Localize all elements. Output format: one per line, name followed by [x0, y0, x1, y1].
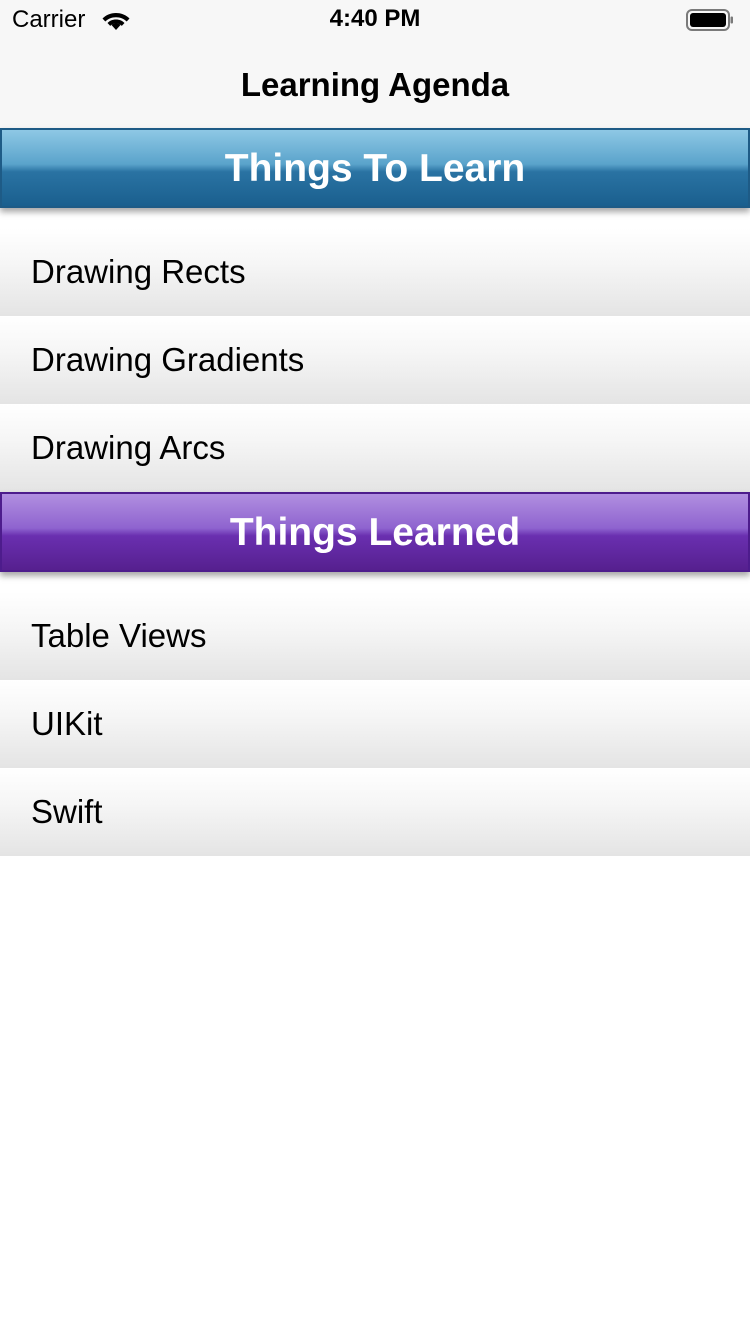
row-label: UIKit: [31, 705, 103, 742]
row-label: Table Views: [31, 617, 207, 654]
row-label: Drawing Gradients: [31, 341, 305, 378]
row-label: Swift: [31, 793, 103, 830]
table-row[interactable]: Swift: [0, 768, 750, 856]
table-row[interactable]: Drawing Gradients: [0, 316, 750, 404]
row-label: Drawing Rects: [31, 253, 246, 290]
table-row[interactable]: Drawing Arcs: [0, 404, 750, 492]
section-header-things-learned: Things Learned: [0, 492, 750, 572]
status-time: 4:40 PM: [329, 5, 421, 32]
table-row[interactable]: Table Views: [0, 592, 750, 680]
navigation-bar: Learning Agenda: [0, 40, 750, 128]
section-header-things-to-learn: Things To Learn: [0, 128, 750, 208]
table-row[interactable]: Drawing Rects: [0, 228, 750, 316]
battery-icon: [686, 9, 733, 31]
status-bar: Carrier 4:40 PM: [0, 0, 750, 40]
row-label: Drawing Arcs: [31, 429, 226, 466]
table-row[interactable]: UIKit: [0, 680, 750, 768]
page-title: Learning Agenda: [240, 66, 510, 103]
